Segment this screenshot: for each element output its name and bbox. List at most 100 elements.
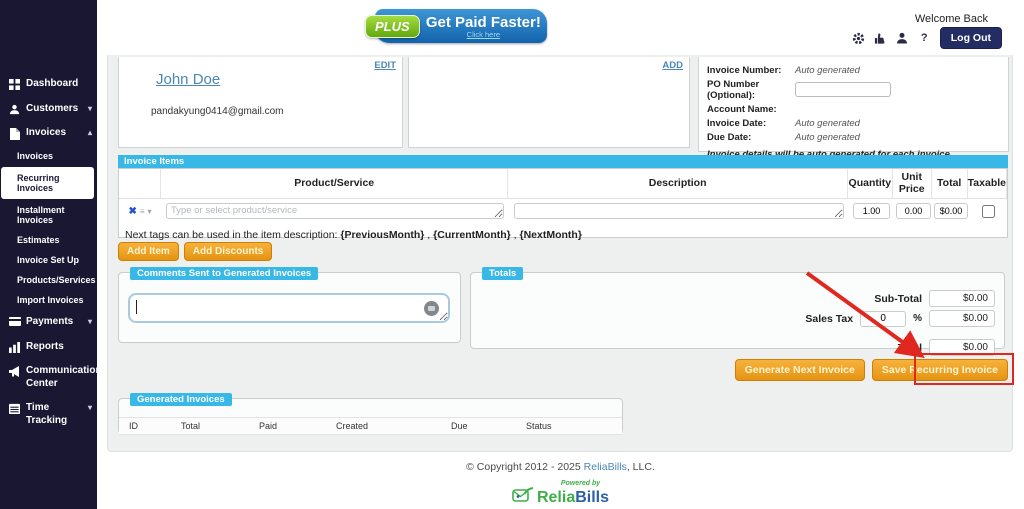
- account-name-label: Account Name:: [707, 104, 795, 115]
- footer: © Copyright 2012 - 2025 ReliaBills, LLC.…: [97, 461, 1024, 508]
- copyright-text: © Copyright 2012 - 2025 ReliaBills, LLC.: [97, 461, 1024, 473]
- sidebar-subitem-products-services[interactable]: Products/Services: [0, 270, 97, 290]
- get-paid-faster-banner[interactable]: PLUS Get Paid Faster! Click here: [375, 9, 547, 43]
- po-number-input[interactable]: [795, 82, 891, 97]
- tag-current-month: {CurrentMonth}: [433, 229, 511, 241]
- col-due: Due: [441, 421, 516, 431]
- customer-email: pandakyung0414@gmail.com: [151, 106, 283, 117]
- edit-customer-link[interactable]: EDIT: [374, 60, 396, 71]
- invoice-items-header: Invoice Items: [118, 155, 1008, 168]
- col-paid: Paid: [249, 421, 326, 431]
- invoice-date-value: Auto generated: [795, 118, 860, 129]
- add-discounts-button[interactable]: Add Discounts: [184, 242, 273, 261]
- add-recipient-link[interactable]: ADD: [662, 60, 683, 71]
- due-date-label: Due Date:: [707, 132, 795, 143]
- invoice-number-value: Auto generated: [795, 65, 860, 76]
- sales-tax-value: $0.00: [929, 310, 995, 327]
- invoices-icon: [8, 127, 21, 140]
- customer-name-link[interactable]: John Doe: [156, 71, 220, 88]
- thumbs-up-icon[interactable]: [874, 32, 887, 45]
- emoji-icon[interactable]: [424, 301, 439, 316]
- comments-input[interactable]: [128, 293, 450, 323]
- taxable-checkbox[interactable]: [982, 205, 995, 218]
- sidebar-item-payments[interactable]: Payments ▾: [0, 310, 97, 335]
- unit-price-input[interactable]: [896, 203, 931, 219]
- col-gen-total: Total: [171, 421, 249, 431]
- col-taxable: Taxable: [968, 169, 1007, 198]
- payments-icon: [8, 316, 21, 326]
- col-unit-price: Unit Price: [893, 169, 932, 198]
- sidebar-subitem-invoice-set-up[interactable]: Invoice Set Up: [0, 250, 97, 270]
- reorder-icon[interactable]: ≡: [140, 207, 145, 216]
- save-recurring-invoice-button[interactable]: Save Recurring Invoice: [872, 359, 1008, 381]
- invoice-details-panel: Invoice Number: Auto generated PO Number…: [698, 57, 1009, 152]
- col-description: Description: [508, 169, 847, 198]
- totals-legend: Totals: [482, 267, 523, 280]
- product-service-input[interactable]: [166, 203, 504, 219]
- customers-icon: [8, 103, 21, 115]
- sidebar-item-reports[interactable]: Reports: [0, 335, 97, 360]
- description-input[interactable]: [514, 203, 844, 219]
- generated-invoices-legend: Generated Invoices: [130, 393, 232, 406]
- totals-section: Totals Sub-Total $0.00 Sales Tax % $0.00…: [470, 263, 1005, 349]
- quantity-input[interactable]: [853, 203, 890, 219]
- gear-icon[interactable]: [852, 32, 865, 45]
- col-status: Status: [516, 421, 622, 431]
- time-tracking-icon: [8, 402, 21, 414]
- add-item-button[interactable]: Add Item: [118, 242, 179, 261]
- recipients-panel: ADD: [408, 57, 690, 148]
- sidebar-subitem-estimates[interactable]: Estimates: [0, 230, 97, 250]
- sidebar-subitem-import-invoices[interactable]: Import Invoices: [0, 290, 97, 310]
- text-caret: [136, 300, 137, 314]
- customer-panel: EDIT John Doe pandakyung0414@gmail.com: [118, 57, 403, 148]
- sales-tax-rate-input[interactable]: [860, 311, 906, 327]
- sidebar-item-customers[interactable]: Customers ▾: [0, 97, 97, 122]
- col-id: ID: [119, 421, 171, 431]
- dropdown-icon[interactable]: ▾: [148, 207, 152, 216]
- top-bar: PLUS Get Paid Faster! Click here Welcome…: [97, 0, 1024, 55]
- sidebar-item-invoices[interactable]: Invoices ▴: [0, 121, 97, 146]
- col-quantity: Quantity: [848, 169, 893, 198]
- subtotal-value: $0.00: [929, 290, 995, 307]
- reliabills-logo-icon: [512, 487, 534, 508]
- sales-tax-label: Sales Tax: [805, 313, 853, 325]
- powered-by-text: Powered by: [97, 480, 1024, 487]
- item-total-value: $0.00: [934, 203, 968, 219]
- banner-click-here-link[interactable]: Click here: [420, 30, 547, 39]
- reliabills-link[interactable]: ReliaBills: [584, 461, 627, 473]
- reliabills-logo[interactable]: ReliaBills: [97, 487, 1024, 508]
- subtotal-label: Sub-Total: [874, 293, 922, 305]
- chevron-down-icon: ▾: [88, 402, 92, 413]
- plus-badge: PLUS: [365, 15, 420, 38]
- tag-previous-month: {PreviousMonth}: [340, 229, 424, 241]
- sidebar-item-time-tracking[interactable]: Time Tracking ▾: [0, 396, 97, 433]
- user-icon[interactable]: [896, 32, 909, 45]
- sidebar-subitem-recurring-invoices[interactable]: Recurring Invoices: [1, 167, 94, 199]
- total-label: Total: [898, 342, 922, 354]
- description-tags-note: Next tags can be used in the item descri…: [119, 223, 1007, 241]
- welcome-back-text: Welcome Back: [915, 13, 988, 25]
- megaphone-icon: [8, 365, 21, 377]
- chevron-down-icon: ▾: [88, 103, 92, 114]
- banner-title: Get Paid Faster!: [420, 14, 547, 31]
- delete-item-icon[interactable]: ✖: [128, 206, 136, 217]
- logout-button[interactable]: Log Out: [940, 27, 1002, 49]
- sidebar-item-dashboard[interactable]: Dashboard: [0, 72, 97, 97]
- due-date-value: Auto generated: [795, 132, 860, 143]
- generate-next-invoice-button[interactable]: Generate Next Invoice: [735, 359, 865, 381]
- col-total: Total: [932, 169, 968, 198]
- col-product-service: Product/Service: [161, 169, 508, 198]
- tag-next-month: {NextMonth}: [520, 229, 582, 241]
- invoice-number-label: Invoice Number:: [707, 65, 795, 76]
- help-icon[interactable]: ?: [918, 32, 931, 45]
- sidebar-subitem-invoices[interactable]: Invoices: [0, 146, 97, 166]
- sidebar-subitem-installment-invoices[interactable]: Installment Invoices: [0, 200, 97, 230]
- generated-invoices-section: Generated Invoices ID Total Paid Created…: [118, 389, 623, 434]
- invoice-items-header-row: Product/Service Description Quantity Uni…: [119, 169, 1007, 199]
- sidebar: Dashboard Customers ▾ Invoices ▴ Invoice…: [0, 0, 97, 509]
- col-created: Created: [326, 421, 441, 431]
- generated-invoices-header-row: ID Total Paid Created Due Status: [119, 417, 622, 435]
- invoice-date-label: Invoice Date:: [707, 118, 795, 129]
- sidebar-item-communication-center[interactable]: Communication Center ▾: [0, 359, 97, 396]
- percent-sign: %: [913, 313, 922, 324]
